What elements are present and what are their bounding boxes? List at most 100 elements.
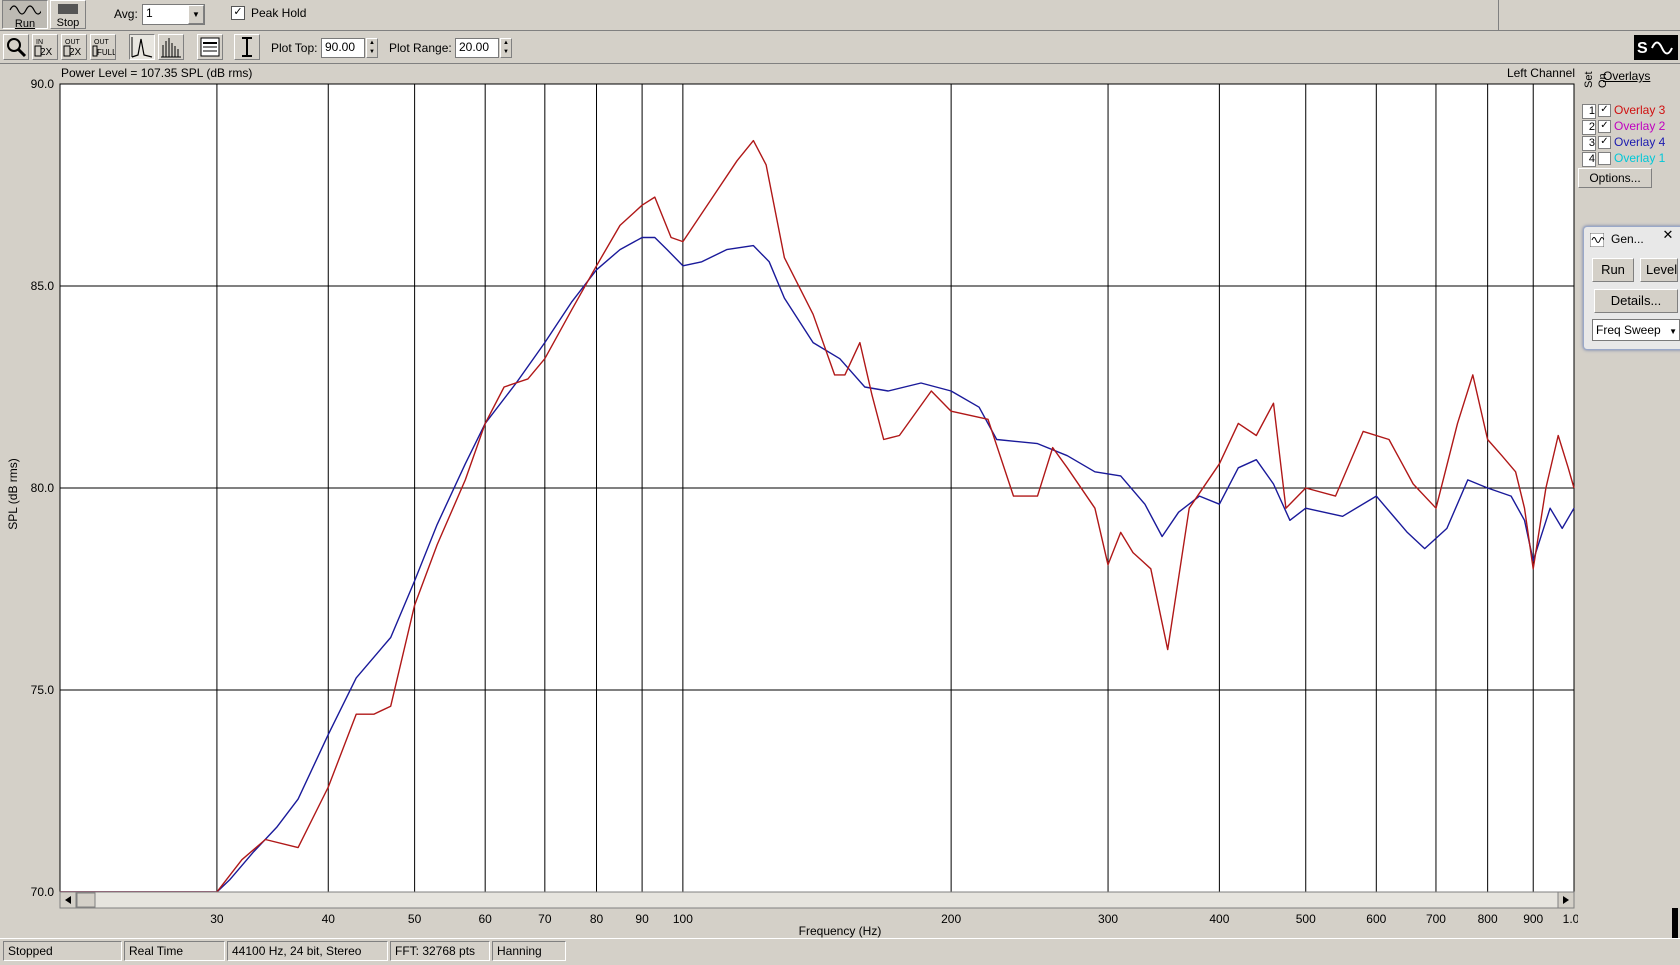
check-icon: ✓ [233,6,243,18]
x-tick-label: 70 [538,912,552,926]
overlay-label: Overlay 2 [1614,119,1666,133]
y-tick-label: 70.0 [31,885,55,899]
plot-range-value: 20.00 [459,40,490,54]
zoom-in-2x-button[interactable]: IN 2X [32,34,58,60]
x-tick-label: 1.0k [1563,912,1578,926]
line-plot-button[interactable] [129,34,155,60]
h-scrollbar-thumb[interactable] [76,892,96,908]
avg-select[interactable]: 1 ▼ [142,4,205,25]
overlay-on-checkbox[interactable]: ✓ [1598,104,1611,118]
magnifier-icon [7,38,27,58]
chevron-down-icon: ▼ [192,10,200,19]
overlay-row[interactable]: 2 ✓ Overlay 2 [1582,119,1666,135]
spin-down-icon: ▼ [369,49,375,55]
x-tick-labels: 30 40 50 60 70 80 90 100 200 300 400 500 600 700 800 90… [210,912,1578,926]
stop-button-label: Stop [56,17,80,29]
overlays-col-set: Set [1583,71,1595,88]
svg-text:OUT: OUT [94,39,110,46]
bar-plot-icon [161,38,181,58]
svg-text:S: S [1637,40,1648,57]
peak-hold-checkbox[interactable]: ✓ [231,6,245,20]
cursor-button[interactable] [234,34,260,60]
status-mode: Real Time [124,941,225,961]
zoom-out-full-button[interactable]: OUT FULL [90,34,117,60]
run-wave-icon [9,5,41,15]
plot-top-input[interactable]: 90.00 [321,38,365,58]
run-button-label: Run [14,18,36,30]
overlay-on-checkbox[interactable] [1598,152,1611,166]
spl-frequency-chart[interactable]: 30 40 50 60 70 80 90 100 200 300 400 500 600 700 800 90… [0,64,1578,940]
generator-details-label: Details... [1610,293,1662,308]
plot-range-label: Plot Range: [389,41,452,55]
generator-level-button[interactable]: Level [1640,258,1678,282]
overlay-set-button[interactable]: 2 [1582,120,1596,135]
settings-panel-button[interactable] [197,34,223,60]
plot-top-label: Plot Top: [271,41,318,55]
x-tick-label: 40 [322,912,336,926]
overlay-on-checkbox[interactable]: ✓ [1598,136,1611,150]
spin-up-icon: ▲ [503,40,509,46]
status-window: Hanning [492,941,566,961]
y-tick-label: 80.0 [31,481,55,495]
x-tick-label: 900 [1523,912,1543,926]
vertical-cursor-icon [242,37,252,57]
plot-range-input[interactable]: 20.00 [455,38,499,58]
panel-icon [200,37,220,57]
status-format: 44100 Hz, 24 bit, Stereo [227,941,388,961]
generator-run-button[interactable]: Run [1592,258,1634,282]
overlay-on-checkbox[interactable]: ✓ [1598,120,1611,134]
stop-square-icon [58,4,78,14]
toolbar-separator [1498,0,1499,30]
zoom-out-2x-icon: OUT2X [63,39,82,58]
overlay-label: Overlay 1 [1614,151,1666,165]
generator-run-label: Run [1601,262,1625,277]
line-plot-icon [131,37,153,58]
zoom-out-full-icon: OUT FULL [92,39,117,57]
avg-select-value: 1 [146,6,153,20]
svg-text:2X: 2X [69,47,82,58]
x-tick-label: 50 [408,912,422,926]
generator-mode-select[interactable]: Freq Sweep ▼ [1592,319,1680,341]
x-axis-label: Frequency (Hz) [799,924,882,938]
generator-wave-icon [1590,233,1604,247]
overlay-label: Overlay 4 [1614,135,1666,149]
overlay-row[interactable]: 3 ✓ Overlay 4 [1582,135,1666,151]
x-tick-label: 800 [1478,912,1498,926]
zoom-in-2x-icon: IN2X [34,39,53,58]
avg-dropdown-button[interactable]: ▼ [188,5,204,24]
overlay-set-button[interactable]: 3 [1582,136,1596,151]
overlays-col-on: On [1597,73,1609,88]
plot-range-spinner[interactable]: ▲ ▼ [500,38,512,58]
overlay-row[interactable]: 4 Overlay 1 [1582,151,1666,167]
overlay-options-label: Options... [1589,171,1641,185]
bar-plot-button[interactable] [158,34,184,60]
spin-down-icon: ▼ [503,49,509,55]
overlay-set-button[interactable]: 1 [1582,104,1596,119]
generator-details-button[interactable]: Details... [1594,289,1678,313]
status-state: Stopped [3,941,122,961]
overlays-column-headers: Set On [1583,71,1613,102]
generator-toggle-button[interactable]: S [1634,35,1678,60]
run-button[interactable]: Run [2,0,48,30]
avg-label: Avg: [114,7,138,21]
overlay-options-button[interactable]: Options... [1578,168,1652,188]
h-scrollbar-track[interactable] [59,891,1575,909]
zoom-button[interactable] [3,34,29,60]
x-tick-label: 500 [1296,912,1316,926]
close-icon: ✕ [1662,227,1674,242]
x-tick-label: 600 [1366,912,1386,926]
plot-top-value: 90.00 [325,40,356,54]
generator-close-button[interactable]: ✕ [1658,227,1678,243]
y-tick-label: 75.0 [31,683,55,697]
plot-top-spinner[interactable]: ▲ ▼ [366,38,378,58]
overlay-set-button[interactable]: 4 [1582,152,1596,167]
svg-text:2X: 2X [40,47,53,58]
generator-level-label: Level [1646,262,1678,277]
y-axis-label: SPL (dB rms) [6,458,20,530]
stop-button[interactable]: Stop [50,0,86,29]
peak-hold-label: Peak Hold [251,6,307,20]
overlay-row[interactable]: 1 ✓ Overlay 3 [1582,103,1666,119]
zoom-out-2x-button[interactable]: OUT 2X [61,34,87,60]
overlay-label: Overlay 3 [1614,103,1666,117]
x-tick-label: 700 [1426,912,1446,926]
